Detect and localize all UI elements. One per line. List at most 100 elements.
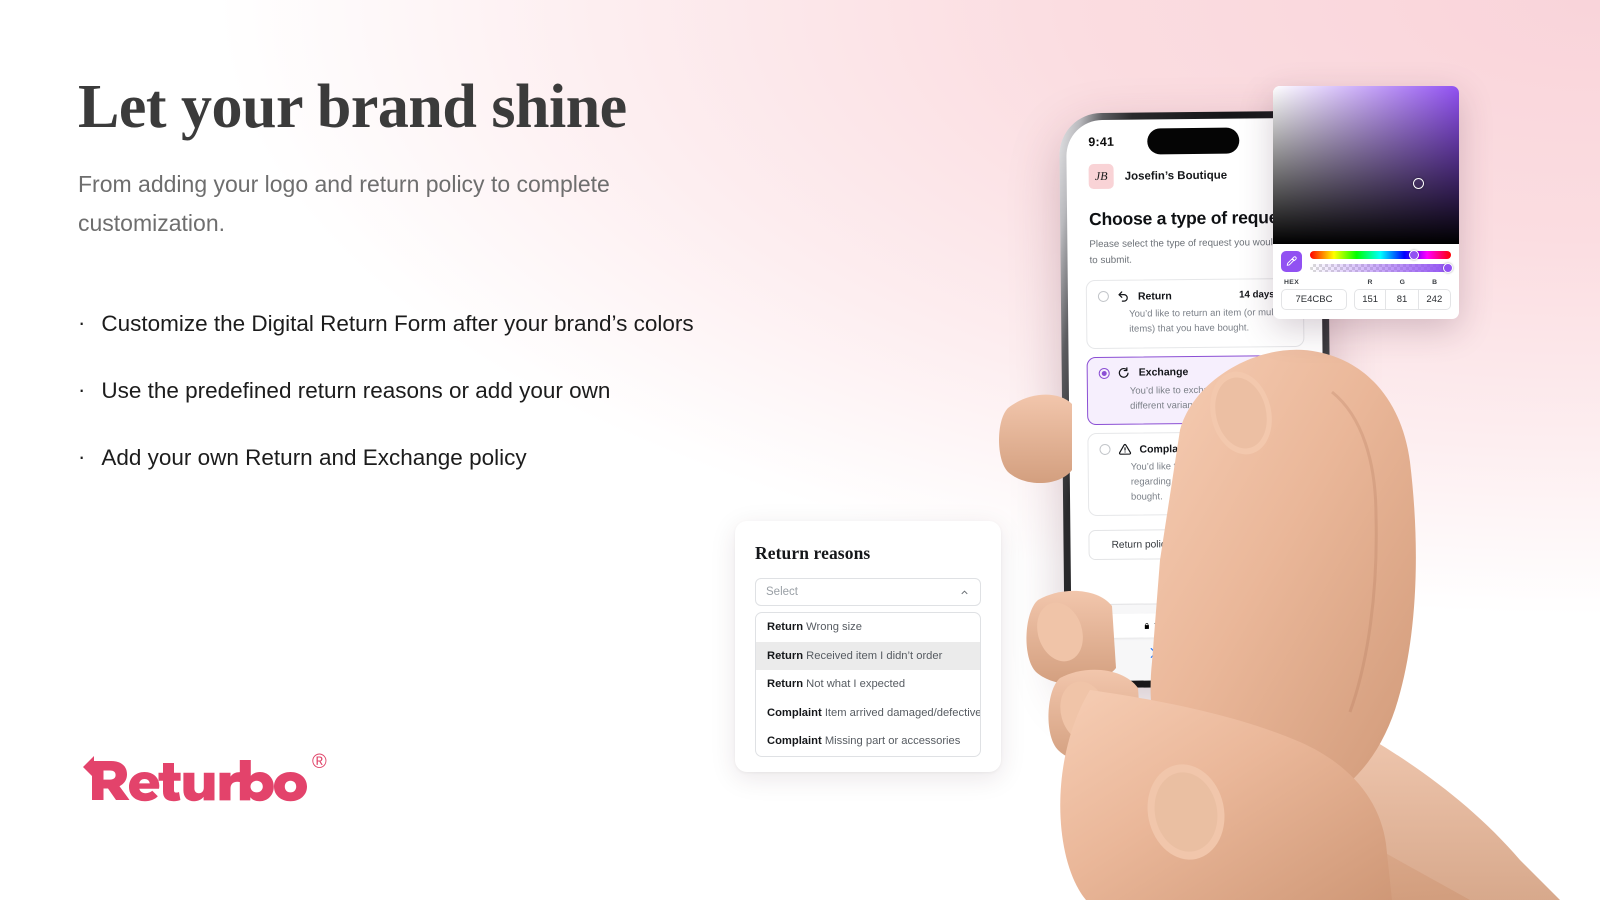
chevron-up-icon [961,589,968,594]
request-option-label: Return [1137,290,1172,303]
red-label: R [1367,279,1373,286]
list-item[interactable]: Complaint Item arrived damaged/defective [756,699,980,728]
bullet-marker: · [78,310,86,336]
option-type: Complaint [767,735,822,748]
blue-label: B [1432,279,1438,286]
saturation-handle[interactable] [1413,178,1424,189]
return-policy-button[interactable]: Return policy [1088,529,1195,561]
text-size-button[interactable]: AA [1095,619,1109,633]
tabs-icon[interactable] [1283,644,1298,659]
blue-field-group: B 242 [1418,279,1451,310]
slider-row [1281,250,1454,273]
registered-trademark-icon: ® [312,751,327,773]
eyedropper-button[interactable] [1281,251,1302,272]
green-field-group: G 81 [1386,279,1419,310]
radio-button[interactable] [1098,367,1110,379]
list-item: · Customize the Digital Return Form afte… [78,303,738,344]
store-logo: JB [1088,163,1114,190]
list-item-label: Use the predefined return reasons or add… [101,378,611,404]
green-input[interactable]: 81 [1386,289,1419,310]
request-option-header: Exchange 20 days left [1098,365,1293,380]
lock-icon [1144,623,1149,629]
return-reason-options[interactable]: Return Wrong size Return Received item I… [755,612,981,757]
request-option-exchange[interactable]: Exchange 20 days left You’d like to exch… [1086,354,1306,426]
return-arrow-icon [1118,291,1128,303]
safari-browser-bar: AA yourstore.com/returns [1071,602,1326,682]
hero-copy: Let your brand shine From adding your lo… [78,74,778,505]
request-option-description: You’d like to return an item (or multipl… [1129,307,1291,335]
option-type: Complaint [767,706,822,719]
hex-field-group: HEX 7E4CBC [1281,279,1347,310]
color-picker-panel[interactable]: HEX 7E4CBC R 151 G 81 B 242 [1273,86,1459,319]
status-badge: 20 days left [1239,365,1293,378]
option-label: Received item I didn’t order [806,649,943,662]
phone-action-buttons: Return policy Continue [1070,514,1324,561]
return-reasons-card: Return reasons Select Return Wrong size … [735,521,1001,772]
continue-button[interactable]: Continue [1202,528,1307,560]
hue-slider[interactable] [1310,250,1451,260]
exchange-arrows-icon [1118,366,1129,378]
hue-slider-handle[interactable] [1409,250,1420,260]
bookmarks-icon[interactable] [1237,645,1252,660]
returbo-logo: ® [78,750,327,806]
address-bar[interactable]: AA yourstore.com/returns [1085,612,1312,639]
list-item[interactable]: Return Received item I didn’t order [756,641,980,671]
red-input[interactable]: 151 [1354,289,1387,310]
return-reasons-title: Return reasons [755,543,871,563]
request-option-description: You’d like to exchange an item to a diff… [1129,383,1277,412]
option-label: Missing part or accessories [824,735,961,748]
radio-button[interactable] [1097,291,1109,303]
request-option-header: Complaint 2 years left [1099,441,1294,456]
blue-input[interactable]: 242 [1418,289,1451,310]
store-name: Josefin’s Boutique [1124,169,1228,183]
color-picker-controls: HEX 7E4CBC R 151 G 81 B 242 [1273,244,1459,319]
hex-input[interactable]: 7E4CBC [1281,289,1347,310]
reload-icon[interactable] [1290,619,1301,630]
browser-nav-row [1085,636,1311,663]
option-type: Return [767,649,804,662]
warning-triangle-icon [1118,444,1132,455]
status-badge: 2 years left [1242,442,1294,454]
option-label: Wrong size [806,621,862,633]
home-indicator [1155,668,1242,674]
returbo-wordmark-icon [83,756,307,802]
back-icon[interactable] [1100,646,1115,661]
option-type: Return [767,621,804,633]
bullet-marker: · [78,444,86,470]
option-label: Item arrived damaged/defective [824,706,981,719]
request-option-header: Return 14 days left [1097,288,1292,303]
list-item[interactable]: Return Wrong size [756,613,980,642]
url-display: yourstore.com/returns [1110,618,1291,632]
forward-icon[interactable] [1145,646,1160,661]
page-title: Let your brand shine [78,73,627,141]
feature-list: · Customize the Digital Return Form afte… [78,303,778,479]
request-option-complaint[interactable]: Complaint 2 years left You’d like to pla… [1087,431,1307,517]
list-item: · Add your own Return and Exchange polic… [78,437,738,478]
url-text: yourstore.com/returns [1154,618,1257,632]
request-option-label: Exchange [1138,366,1189,379]
list-item-label: Customize the Digital Return Form after … [101,311,694,337]
rgb-field-group: R 151 G 81 B 242 [1354,279,1451,310]
request-option-return[interactable]: Return 14 days left You’d like to return… [1085,278,1305,349]
list-item[interactable]: Return Not what I expected [756,670,980,699]
alpha-slider-handle[interactable] [1443,263,1454,273]
share-icon[interactable] [1191,645,1206,660]
option-label: Not what I expected [806,678,906,691]
select-placeholder: Select [766,586,798,598]
hex-label: HEX [1284,279,1300,286]
bullet-marker: · [78,377,86,403]
color-value-fields: HEX 7E4CBC R 151 G 81 B 242 [1281,279,1451,310]
list-item: · Use the predefined return reasons or a… [78,370,738,411]
list-item[interactable]: Complaint Missing part or accessories [756,727,980,756]
request-option-label: Complaint [1139,442,1191,456]
option-type: Return [767,678,804,691]
radio-button[interactable] [1099,444,1111,456]
saturation-brightness-area[interactable] [1273,86,1459,244]
green-label: G [1399,279,1406,286]
status-time: 9:41 [1088,134,1115,150]
alpha-slider[interactable] [1310,263,1454,273]
return-reason-select[interactable]: Select [755,578,981,606]
eyedropper-icon [1286,256,1297,266]
hero-subhead: From adding your logo and return policy … [78,170,610,237]
color-sliders [1310,250,1454,273]
